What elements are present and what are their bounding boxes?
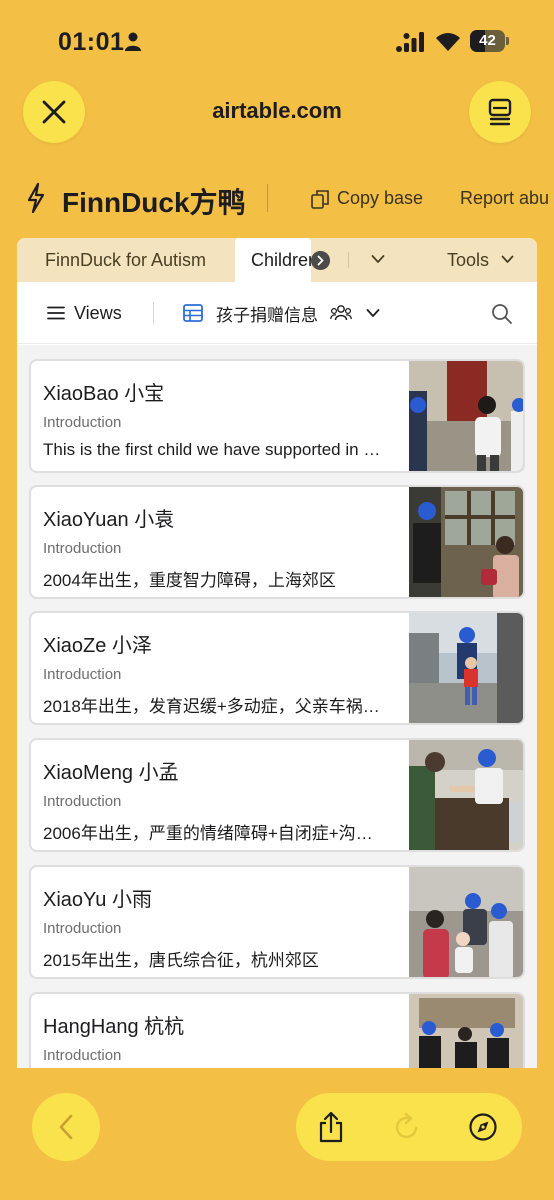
view-toolbar: Views 孩子捐赠信息 bbox=[17, 282, 537, 344]
record-name: XiaoYu 小雨 bbox=[43, 889, 152, 911]
views-button[interactable]: Views bbox=[47, 301, 122, 325]
report-abuse-button[interactable]: Report abu bbox=[460, 188, 549, 209]
field-label: Introduction bbox=[43, 920, 122, 937]
field-value: 2015年出生，唐氏综合征，杭州郊区 bbox=[43, 951, 319, 970]
copy-icon[interactable] bbox=[311, 189, 329, 209]
browser-actions bbox=[296, 1093, 522, 1161]
record-photo bbox=[409, 361, 523, 471]
record-card[interactable]: XiaoMeng 小孟 Introduction 2006年出生，严重的情绪障碍… bbox=[29, 738, 525, 852]
hamburger-icon bbox=[47, 306, 65, 320]
field-value: 2018年出生，发育迟缓+多动症，父亲车祸去世 bbox=[43, 697, 389, 716]
grid-view-icon bbox=[183, 304, 203, 322]
tab-finnduck-for-autism[interactable]: FinnDuck for Autism bbox=[45, 238, 206, 282]
record-photo bbox=[409, 867, 523, 977]
view-name: 孩子捐赠信息 bbox=[216, 305, 318, 325]
chevron-left-icon bbox=[59, 1114, 73, 1140]
record-card[interactable]: XiaoBao 小宝 Introduction This is the firs… bbox=[29, 359, 525, 473]
tools-chevron-icon[interactable] bbox=[501, 255, 514, 264]
record-list: XiaoBao 小宝 Introduction This is the firs… bbox=[17, 345, 537, 1068]
search-icon[interactable] bbox=[491, 303, 513, 325]
views-label: Views bbox=[74, 302, 122, 323]
record-photo bbox=[409, 487, 523, 597]
bolt-icon bbox=[27, 182, 45, 214]
record-card[interactable]: XiaoYu 小雨 Introduction 2015年出生，唐氏综合征，杭州郊… bbox=[29, 865, 525, 979]
reader-menu-button[interactable] bbox=[469, 81, 531, 143]
record-name: XiaoMeng 小孟 bbox=[43, 762, 179, 784]
field-label: Introduction bbox=[43, 666, 122, 683]
record-photo bbox=[409, 994, 523, 1068]
tools-button[interactable]: Tools bbox=[447, 238, 489, 282]
wifi-icon bbox=[436, 33, 460, 51]
record-name: XiaoBao 小宝 bbox=[43, 383, 165, 405]
table-tabbar: FinnDuck for Autism Children Tools bbox=[17, 238, 537, 282]
field-label: Introduction bbox=[43, 793, 122, 810]
record-card[interactable]: HangHang 杭杭 Introduction bbox=[29, 992, 525, 1068]
base-title: FinnDuck方鸭 bbox=[62, 187, 246, 218]
battery-level: 42 bbox=[479, 32, 496, 49]
field-label: Introduction bbox=[43, 1047, 122, 1064]
tab-children[interactable]: Children bbox=[235, 238, 311, 282]
cellular-signal-icon bbox=[396, 32, 424, 52]
field-value: 2004年出生，重度智力障碍，上海郊区 bbox=[43, 571, 336, 590]
reader-menu-icon bbox=[488, 98, 512, 126]
record-name: XiaoZe 小泽 bbox=[43, 635, 152, 657]
status-time: 01:01 bbox=[58, 28, 125, 56]
back-button[interactable] bbox=[32, 1093, 100, 1161]
record-name: HangHang 杭杭 bbox=[43, 1016, 185, 1038]
compass-button[interactable] bbox=[466, 1110, 500, 1144]
battery-icon: 42 bbox=[470, 30, 510, 52]
share-icon bbox=[319, 1111, 343, 1143]
reload-icon bbox=[395, 1112, 418, 1139]
chevron-down-icon bbox=[366, 309, 380, 317]
toolbar-separator bbox=[153, 302, 154, 324]
field-value: This is the first child we have supporte… bbox=[43, 440, 389, 459]
reload-button[interactable] bbox=[390, 1110, 424, 1144]
field-label: Introduction bbox=[43, 540, 122, 557]
record-card[interactable]: XiaoZe 小泽 Introduction 2018年出生，发育迟缓+多动症，… bbox=[29, 611, 525, 725]
record-photo bbox=[409, 613, 523, 723]
record-card[interactable]: XiaoYuan 小袁 Introduction 2004年出生，重度智力障碍，… bbox=[29, 485, 525, 599]
collaborative-view-icon bbox=[330, 305, 352, 321]
record-name: XiaoYuan 小袁 bbox=[43, 509, 175, 531]
airtable-panel: FinnDuck for Autism Children Tools Views bbox=[17, 238, 537, 1068]
tab-info-icon[interactable] bbox=[311, 251, 330, 270]
person-icon bbox=[125, 32, 141, 51]
tab-separator bbox=[348, 252, 349, 268]
copy-base-button[interactable]: Copy base bbox=[337, 188, 423, 209]
view-selector[interactable]: 孩子捐赠信息 bbox=[183, 299, 380, 327]
chevron-down-icon[interactable] bbox=[371, 254, 385, 264]
field-value: 2006年出生，严重的情绪障碍+自闭症+沟通障碍 bbox=[43, 824, 389, 843]
record-photo bbox=[409, 740, 523, 850]
header-divider bbox=[267, 184, 268, 212]
status-bar: 01:01 42 bbox=[0, 0, 554, 84]
field-label: Introduction bbox=[43, 414, 122, 431]
share-button[interactable] bbox=[314, 1110, 348, 1144]
compass-icon bbox=[469, 1113, 497, 1141]
